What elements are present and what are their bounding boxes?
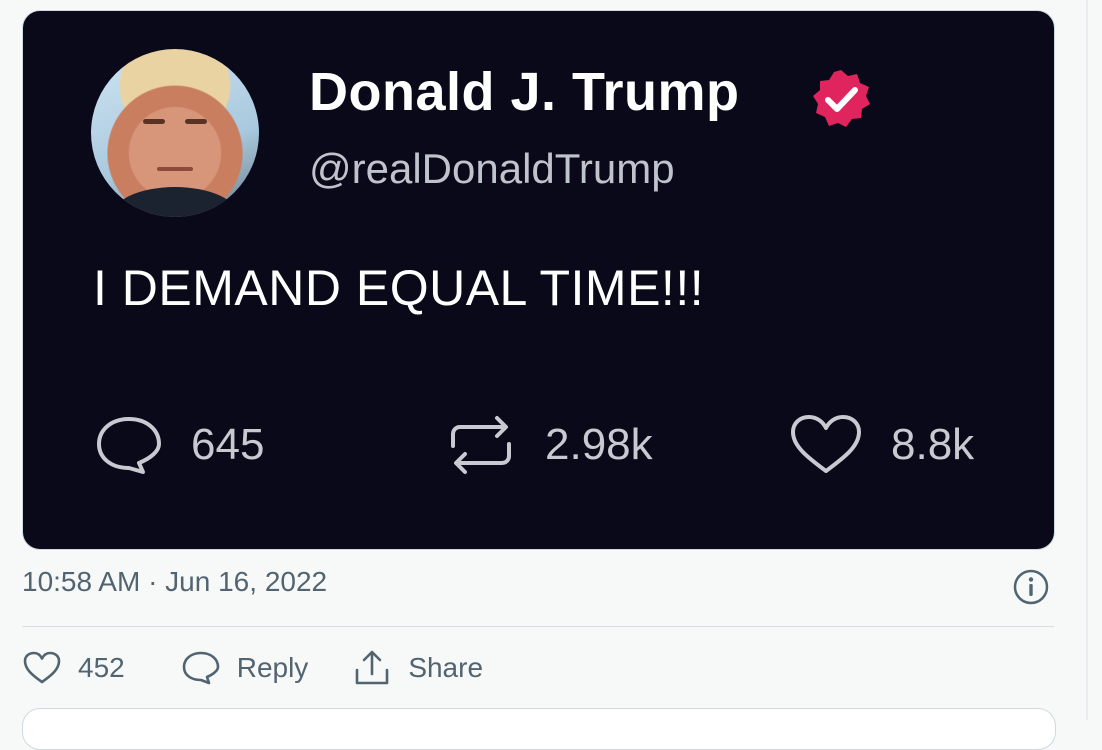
embedded-reply-stat: 645 (93, 415, 264, 475)
share-label: Share (408, 652, 484, 683)
tweet-image[interactable]: Donald J. Trump @realDonaldTrump I DEMAN… (22, 10, 1055, 550)
embedded-like-stat: 8.8k (787, 415, 974, 475)
verified-badge-icon (813, 70, 870, 127)
embedded-retweet-count: 2.98k (545, 420, 653, 469)
embedded-reply-count: 645 (191, 420, 265, 469)
like-count: 452 (78, 652, 125, 683)
retweet-icon (451, 416, 511, 474)
reply-composer-box[interactable] (22, 708, 1056, 750)
info-icon[interactable] (1012, 568, 1050, 606)
embedded-retweet-stat: 2.98k (443, 415, 653, 475)
avatar-eye-right (185, 119, 207, 124)
tweet-timestamp[interactable]: 10:58 AM · Jun 16, 2022 (22, 566, 327, 598)
embedded-display-name: Donald J. Trump (309, 62, 740, 122)
share-icon (356, 650, 389, 685)
heart-icon (791, 415, 861, 473)
avatar-mouth (157, 167, 193, 171)
avatar-eye-left (143, 119, 165, 124)
timeline-right-border (1086, 0, 1088, 720)
like-button[interactable]: 452 (22, 650, 125, 686)
comment-icon (97, 417, 161, 474)
comment-icon (182, 651, 220, 685)
embedded-like-count: 8.8k (891, 420, 975, 469)
divider (22, 626, 1054, 627)
tweet-actions-bar: 452 Reply Share (22, 646, 483, 690)
heart-icon (23, 651, 61, 684)
avatar (91, 49, 259, 217)
avatar-suit (111, 187, 239, 217)
share-button[interactable]: Share (352, 648, 483, 688)
reply-button[interactable]: Reply (181, 650, 309, 686)
embedded-tweet-text: I DEMAND EQUAL TIME!!! (93, 260, 705, 316)
embedded-handle: @realDonaldTrump (309, 145, 675, 192)
reply-label: Reply (236, 652, 309, 683)
